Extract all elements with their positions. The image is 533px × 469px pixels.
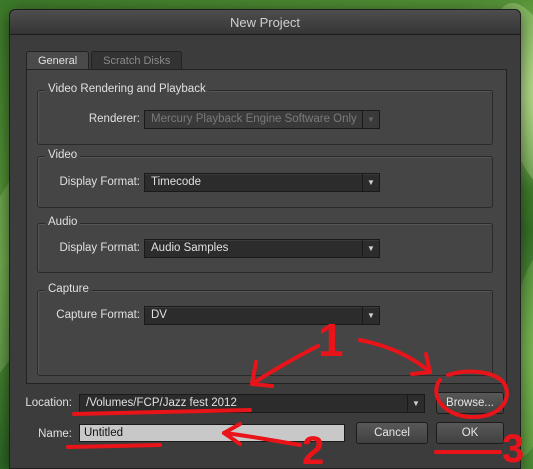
location-dropdown[interactable]: /Volumes/FCP/Jazz fest 2012 ▼ bbox=[79, 394, 425, 413]
capture-format-dropdown[interactable]: DV ▼ bbox=[144, 306, 380, 325]
chevron-down-icon: ▼ bbox=[362, 240, 379, 257]
location-label: Location: bbox=[25, 397, 72, 409]
audio-group: Audio Display Format: Audio Samples ▼ bbox=[37, 216, 493, 273]
video-display-format-label: Display Format: bbox=[59, 176, 140, 188]
capture-format-value: DV bbox=[151, 309, 167, 321]
general-tab-panel: Video Rendering and Playback Renderer: M… bbox=[26, 69, 507, 384]
video-rendering-group: Video Rendering and Playback Renderer: M… bbox=[37, 83, 493, 145]
tab-general[interactable]: General bbox=[26, 51, 90, 70]
chevron-down-icon: ▼ bbox=[362, 307, 379, 324]
tab-bar: General Scratch Disks bbox=[26, 51, 183, 70]
capture-group: Capture Capture Format: DV ▼ bbox=[37, 283, 493, 376]
location-value: /Volumes/FCP/Jazz fest 2012 bbox=[86, 397, 237, 409]
chevron-down-icon: ▼ bbox=[362, 111, 379, 128]
audio-title: Audio bbox=[45, 216, 81, 228]
name-label: Name: bbox=[38, 428, 72, 440]
tab-scratch-disks[interactable]: Scratch Disks bbox=[91, 51, 183, 70]
chevron-down-icon: ▼ bbox=[362, 174, 379, 191]
video-group: Video Display Format: Timecode ▼ bbox=[37, 149, 493, 208]
name-input[interactable]: Untitled bbox=[79, 424, 345, 442]
chevron-down-icon: ▼ bbox=[407, 395, 424, 412]
audio-display-format-dropdown[interactable]: Audio Samples ▼ bbox=[144, 239, 380, 258]
new-project-dialog: New Project General Scratch Disks Video … bbox=[9, 9, 521, 469]
video-display-format-value: Timecode bbox=[151, 176, 202, 188]
browse-button[interactable]: Browse... bbox=[436, 392, 504, 414]
renderer-value: Mercury Playback Engine Software Only bbox=[151, 113, 357, 125]
audio-display-format-label: Display Format: bbox=[59, 242, 140, 254]
video-display-format-dropdown[interactable]: Timecode ▼ bbox=[144, 173, 380, 192]
cancel-button[interactable]: Cancel bbox=[356, 422, 428, 444]
dialog-title: New Project bbox=[10, 10, 520, 35]
renderer-dropdown: Mercury Playback Engine Software Only ▼ bbox=[144, 110, 380, 129]
renderer-label: Renderer: bbox=[88, 113, 140, 125]
capture-title: Capture bbox=[45, 283, 92, 295]
capture-format-label: Capture Format: bbox=[56, 309, 140, 321]
audio-display-format-value: Audio Samples bbox=[151, 242, 229, 254]
video-rendering-title: Video Rendering and Playback bbox=[45, 83, 209, 95]
ok-button[interactable]: OK bbox=[436, 422, 504, 444]
video-title: Video bbox=[45, 149, 81, 161]
